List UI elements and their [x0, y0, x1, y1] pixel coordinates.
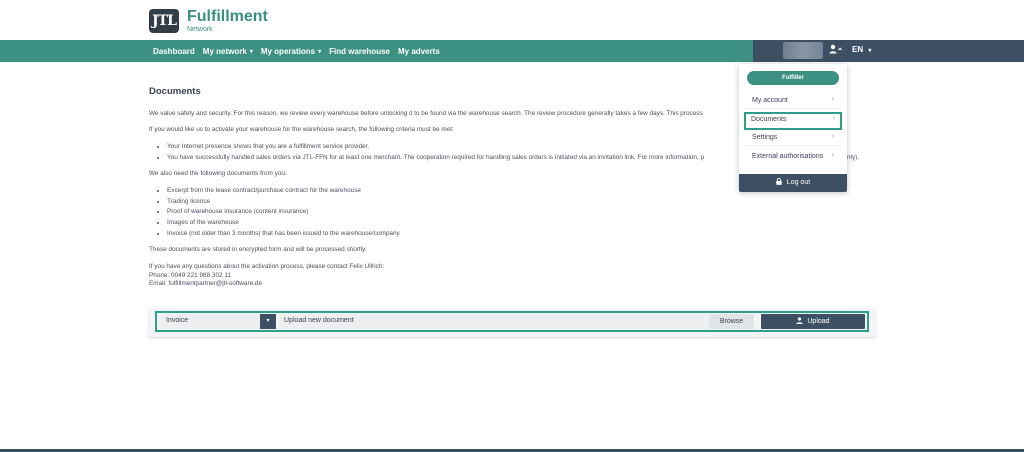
nav-item-my-adverts[interactable]: My adverts — [398, 47, 440, 56]
chevron-right-icon: › — [831, 152, 834, 159]
logout-button[interactable]: Log out — [739, 174, 847, 192]
chevron-down-icon: ▾ — [249, 48, 253, 55]
user-menu-toggle[interactable] — [829, 44, 843, 56]
list-item: Trading licence — [167, 198, 879, 207]
user-name-blurred[interactable] — [783, 42, 823, 59]
user-icon — [829, 44, 842, 54]
list-item: Images of the warehouse — [167, 219, 879, 228]
contact-email[interactable]: Email: fulfillmentpartner@jtl-software.d… — [149, 280, 879, 289]
logo-mark: JTL — [149, 9, 179, 33]
criteria-tail-text: nly). — [847, 154, 860, 161]
stored-note: These documents are stored in encrypted … — [149, 246, 367, 254]
list-item: Invoice (not older than 3 months) that h… — [167, 230, 879, 239]
menu-item-external-authorisations[interactable]: External authorisations › — [745, 150, 841, 165]
role-badge: Fulfiller — [747, 71, 839, 85]
menu-item-my-account[interactable]: My account › — [745, 94, 841, 109]
logo-subtitle: Network — [187, 26, 213, 33]
user-dropdown-menu: Fulfiller My account › Documents › Setti… — [739, 64, 847, 192]
logo-title: Fulfillment — [187, 8, 268, 25]
menu-item-documents[interactable]: Documents › — [744, 112, 842, 130]
menu-item-settings[interactable]: Settings › — [745, 131, 841, 146]
lock-icon — [776, 177, 782, 185]
brand-logo[interactable]: JTL Fulfillment Network — [149, 9, 268, 33]
nav-item-dashboard[interactable]: Dashboard — [153, 47, 195, 56]
nav-menu: Dashboard My network ▾ My operations ▾ F… — [153, 40, 440, 62]
list-item: Proof of warehouse insurance (content in… — [167, 208, 879, 217]
contact-intro: If you have any questions about the acti… — [149, 262, 385, 270]
nav-item-my-operations[interactable]: My operations ▾ — [261, 47, 321, 56]
upload-highlight-frame — [155, 311, 869, 332]
nav-item-find-warehouse[interactable]: Find warehouse — [329, 47, 390, 56]
chevron-down-icon: ▾ — [318, 48, 322, 55]
chevron-right-icon: › — [831, 96, 834, 103]
chevron-down-icon: ▾ — [868, 48, 872, 54]
chevron-right-icon: › — [831, 133, 834, 140]
documents-list: Excerpt from the lease contract/purchase… — [149, 187, 879, 238]
contact-block: If you have any questions about the acti… — [149, 263, 879, 289]
nav-item-my-network[interactable]: My network ▾ — [203, 47, 253, 56]
contact-phone: Phone: 0049 221 988 302 11 — [149, 271, 231, 279]
logout-label: Log out — [786, 179, 811, 186]
language-selector[interactable]: EN ▾ — [852, 45, 871, 54]
chevron-right-icon: › — [832, 115, 835, 122]
